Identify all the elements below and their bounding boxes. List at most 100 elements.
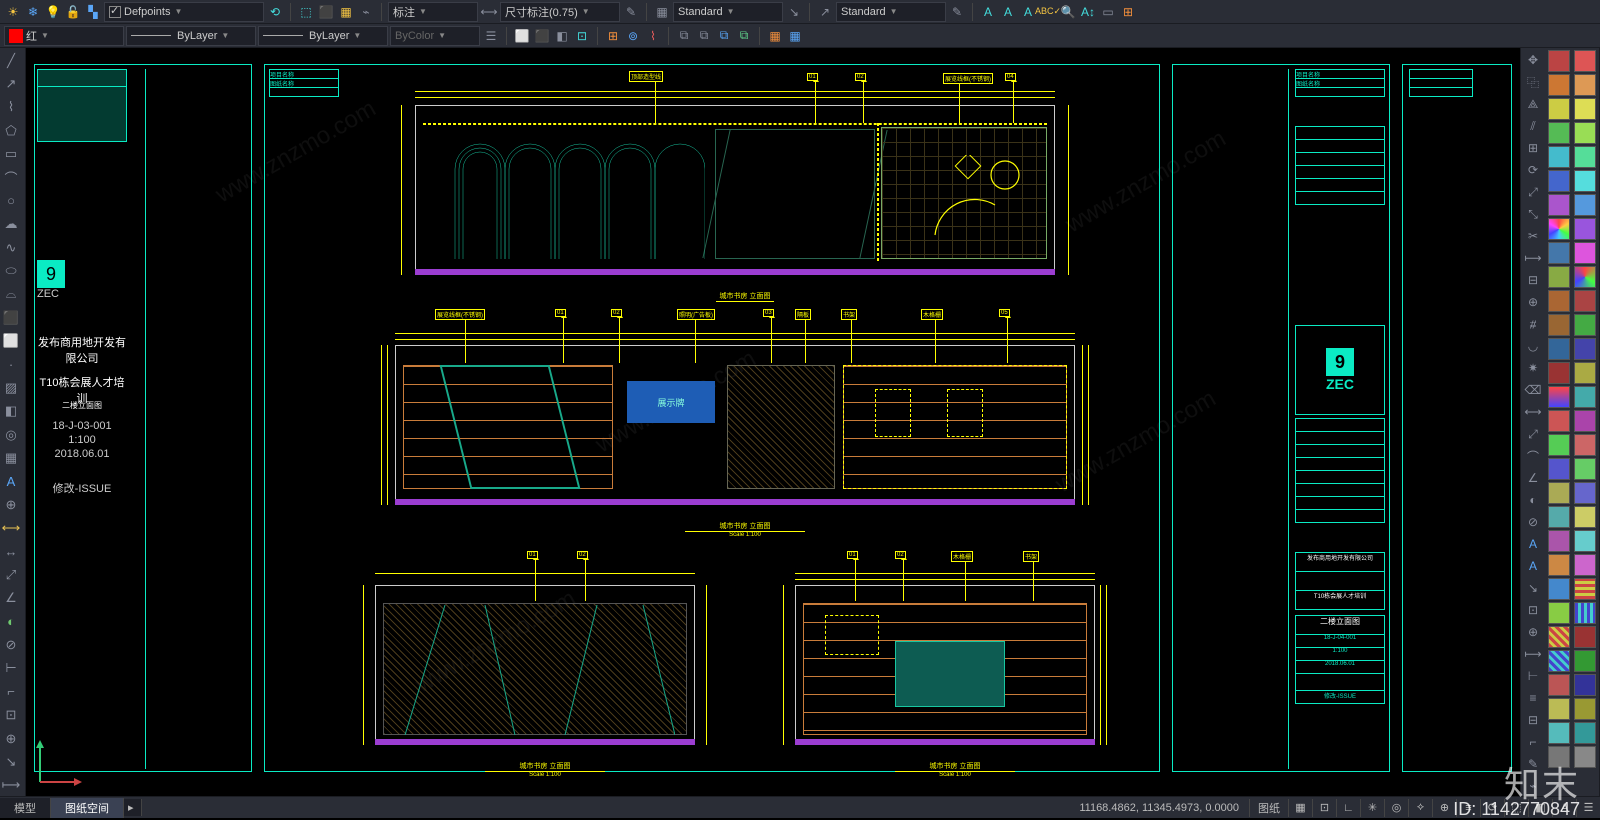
mleader-edit-icon[interactable]: ✎ — [948, 3, 966, 21]
pal2-c5[interactable] — [1574, 722, 1596, 744]
block-insert-icon[interactable]: ⬜ — [513, 27, 531, 45]
linetype-dropdown[interactable]: ByLayer ▼ — [258, 26, 388, 46]
pal2-9[interactable] — [1574, 242, 1596, 264]
array-rect-icon[interactable]: ⊞ — [604, 27, 622, 45]
dim-ang-icon[interactable]: ∠ — [0, 588, 22, 609]
pal2-3[interactable] — [1574, 98, 1596, 120]
chamfer-icon[interactable]: ⧥ — [1521, 314, 1545, 334]
dim-rad-icon[interactable]: ◐ — [0, 611, 22, 632]
dimbase-icon[interactable]: ⊢ — [1521, 666, 1545, 686]
pal2-a1[interactable] — [1574, 290, 1596, 312]
revcloud-icon[interactable]: ☁ — [0, 214, 22, 235]
line-icon[interactable]: ╱ — [0, 50, 22, 71]
pal-b2[interactable] — [1548, 434, 1570, 456]
rect-icon[interactable]: ▭ — [0, 144, 22, 165]
tab-model[interactable]: 模型 — [0, 798, 51, 818]
sb-expand-icon[interactable]: ☰ — [1576, 799, 1600, 817]
dim-linear-icon[interactable]: ⟷ — [480, 3, 498, 21]
extend-icon[interactable]: ⟼ — [1521, 248, 1545, 268]
qleader-icon[interactable]: ↘ — [1521, 578, 1545, 598]
pal-c3[interactable] — [1548, 722, 1570, 744]
array-polar-icon[interactable]: ⊚ — [624, 27, 642, 45]
ray-icon[interactable]: ↗ — [0, 73, 22, 94]
dim-align-icon[interactable]: ⤢ — [1521, 424, 1545, 444]
insert-block-icon[interactable]: ⬛ — [0, 307, 22, 328]
table-tool-icon[interactable]: ▦ — [0, 447, 22, 468]
tab-layout[interactable]: 图纸空间 — [51, 798, 124, 818]
pal-green[interactable] — [1548, 122, 1570, 144]
pal-b6[interactable] — [1548, 530, 1570, 552]
annotate-group[interactable]: 标注 ▼ — [388, 2, 478, 22]
sb-ortho-icon[interactable]: ∟ — [1336, 799, 1360, 817]
xref-icon[interactable]: ⧉ — [675, 27, 693, 45]
dimtedit-icon[interactable]: ⌁ — [1521, 776, 1545, 796]
xref2-icon[interactable]: ⧉ — [695, 27, 713, 45]
layer-iso-icon[interactable]: ⬛ — [317, 3, 335, 21]
pal-c1[interactable] — [1548, 674, 1570, 696]
sb-otrack-icon[interactable]: ⟡ — [1408, 799, 1432, 817]
pal-b9[interactable] — [1548, 602, 1570, 624]
pal-a4[interactable] — [1548, 314, 1570, 336]
dimcont-icon[interactable]: ⟼ — [1521, 644, 1545, 664]
dim-dia2-icon[interactable]: ⊘ — [1521, 512, 1545, 532]
plotstyle-dropdown[interactable]: ByColor ▼ — [390, 26, 480, 46]
mleader2-icon[interactable]: ↗ — [816, 3, 834, 21]
pal-c2[interactable] — [1548, 698, 1570, 720]
pal2-c3[interactable] — [1574, 674, 1596, 696]
dim-ord-icon[interactable]: ⊢ — [0, 658, 22, 679]
pal2-a2[interactable] — [1574, 314, 1596, 336]
pal2-1[interactable] — [1574, 50, 1596, 72]
layer-checkbox[interactable] — [109, 6, 121, 18]
pal2-b2[interactable] — [1574, 458, 1596, 480]
prop-icon[interactable]: ☰ — [482, 27, 500, 45]
lineweight-dropdown[interactable]: ByLayer ▼ — [126, 26, 256, 46]
pal2-6[interactable] — [1574, 170, 1596, 192]
pal2-2[interactable] — [1574, 74, 1596, 96]
make-block-icon[interactable]: ⬜ — [0, 331, 22, 352]
pal-b7[interactable] — [1548, 554, 1570, 576]
table-icon[interactable]: ▦ — [653, 3, 671, 21]
pal2-b6[interactable] — [1574, 554, 1596, 576]
move-icon[interactable]: ✥ — [1521, 50, 1545, 70]
pal-b5[interactable] — [1548, 506, 1570, 528]
pal-red[interactable] — [1548, 50, 1570, 72]
pal-wheel[interactable] — [1548, 218, 1570, 240]
dim-cont-icon[interactable]: ⟼ — [0, 775, 22, 796]
copy-icon[interactable]: ⿻ — [1521, 72, 1545, 92]
grid1-icon[interactable]: ▦ — [766, 27, 784, 45]
pal-b3[interactable] — [1548, 458, 1570, 480]
inserttable-icon[interactable]: ⊞ — [1119, 3, 1137, 21]
dim-arc-icon[interactable]: ⌒ — [1521, 446, 1545, 466]
dim-rad2-icon[interactable]: ◐ — [1521, 490, 1545, 510]
find-icon[interactable]: 🔍 — [1059, 3, 1077, 21]
pline-icon[interactable]: ⌇ — [0, 97, 22, 118]
block-create-icon[interactable]: ⬛ — [533, 27, 551, 45]
text-icon[interactable]: A — [1521, 534, 1545, 554]
pal2-7[interactable] — [1574, 194, 1596, 216]
pal2-h2[interactable] — [1574, 602, 1596, 624]
pal-grad1[interactable] — [1548, 386, 1570, 408]
pal2-c4[interactable] — [1574, 698, 1596, 720]
pal-a3[interactable] — [1548, 290, 1570, 312]
mtext-icon[interactable]: A — [0, 471, 22, 492]
sb-grid-label[interactable]: 图纸 — [1249, 799, 1288, 817]
pal2-a3[interactable] — [1574, 338, 1596, 360]
explode-icon[interactable]: ✷ — [1521, 358, 1545, 378]
array-path-icon[interactable]: ⌇ — [644, 27, 662, 45]
ellipse-icon[interactable]: ⬭ — [0, 260, 22, 281]
pal-blue[interactable] — [1548, 170, 1570, 192]
pal2-a6[interactable] — [1574, 410, 1596, 432]
join-icon[interactable]: ⊕ — [1521, 292, 1545, 312]
layer-match-icon[interactable]: ⌁ — [357, 3, 375, 21]
stretch-icon[interactable]: ⤡ — [1521, 204, 1545, 224]
dim-linear2-icon[interactable]: ⟷ — [1521, 402, 1545, 422]
pal-orange[interactable] — [1548, 74, 1570, 96]
pal2-a5[interactable] — [1574, 386, 1596, 408]
layer-prev-icon[interactable]: ⟲ — [266, 3, 284, 21]
tab-add[interactable]: ▸ — [124, 799, 142, 816]
text-a1-icon[interactable]: A — [979, 3, 997, 21]
text-scale-icon[interactable]: A↕ — [1079, 3, 1097, 21]
centermark-icon[interactable]: ⊕ — [0, 728, 22, 749]
drawing-canvas[interactable]: www.znzmo.com www.znzmo.com www.znzmo.co… — [26, 48, 1520, 796]
pal-cyan[interactable] — [1548, 146, 1570, 168]
